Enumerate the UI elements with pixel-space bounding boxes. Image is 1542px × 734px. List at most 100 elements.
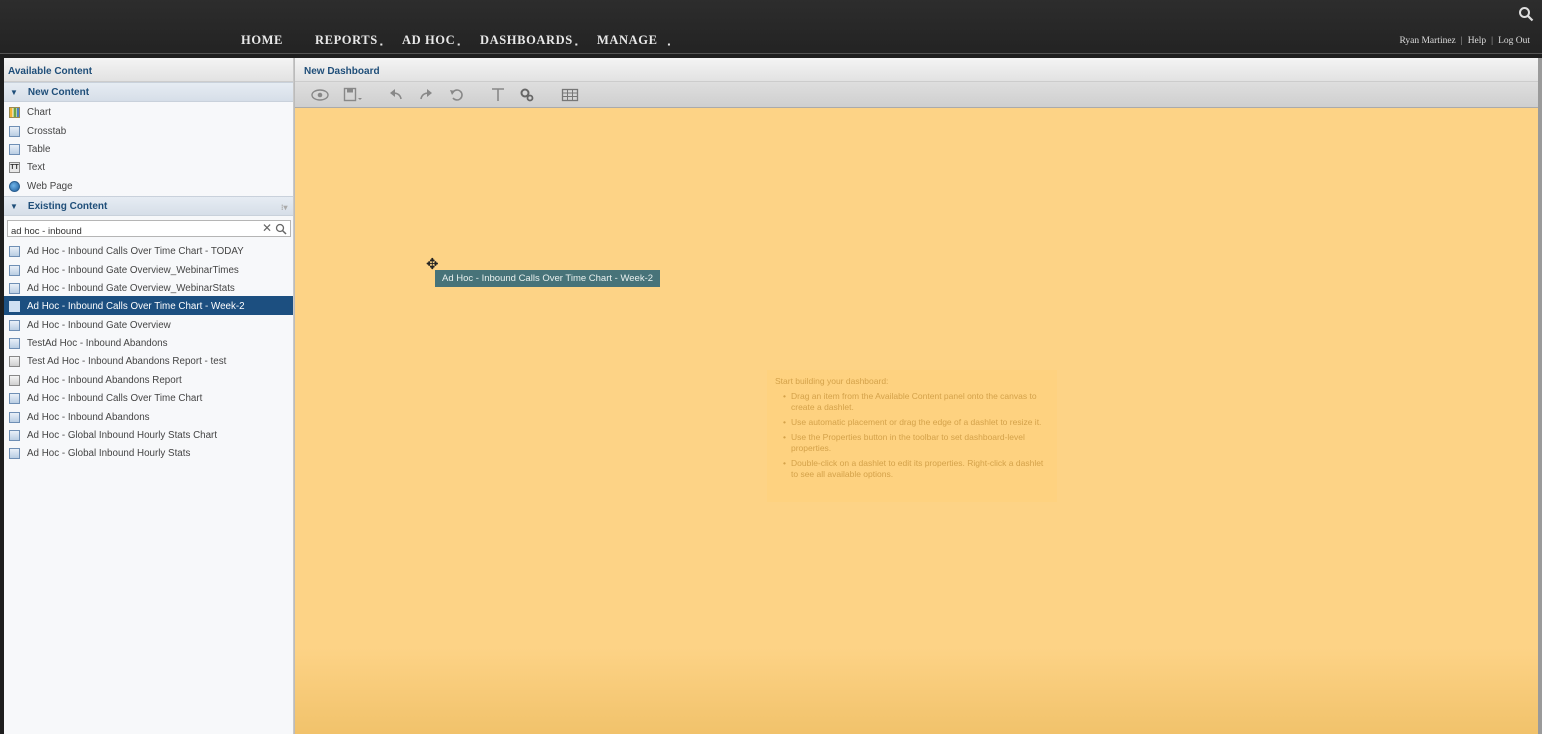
list-item-label: Test Ad Hoc - Inbound Abandons Report - … bbox=[27, 356, 227, 368]
hint-item: Drag an item from the Available Content … bbox=[775, 391, 1049, 413]
available-content-panel: Available Content ▼ New Content Chart Cro… bbox=[4, 58, 294, 734]
new-crosstab-item[interactable]: Crosstab bbox=[4, 120, 293, 138]
hint-item: Use the Properties button in the toolbar… bbox=[775, 432, 1049, 454]
nav-home-label: HOME bbox=[241, 33, 283, 47]
nav-reports-label: REPORTS bbox=[315, 33, 378, 47]
existing-content-item[interactable]: Ad Hoc - Inbound Gate Overview bbox=[4, 315, 293, 333]
clear-icon[interactable]: ✕ bbox=[262, 221, 272, 235]
list-item-label: Ad Hoc - Inbound Calls Over Time Chart -… bbox=[27, 246, 244, 258]
nav-dashboards-label: DASHBOARDS bbox=[480, 33, 573, 47]
existing-content-item[interactable]: TestAd Hoc - Inbound Abandons bbox=[4, 333, 293, 351]
top-navigation-bar: HOME REPORTS ▪ AD HOC ▪ DASHBOARDS ▪ MANAGE… bbox=[0, 0, 1542, 54]
user-links: Ryan Martinez | Help | Log Out bbox=[1399, 36, 1530, 46]
logout-link[interactable]: Log Out bbox=[1498, 36, 1530, 46]
text-icon: TT bbox=[9, 162, 20, 174]
search-box: ✕ bbox=[7, 219, 291, 239]
nav-home[interactable]: HOME bbox=[241, 33, 283, 48]
hint-item: Double-click on a dashlet to edit its pr… bbox=[775, 458, 1049, 480]
caret-down-icon: ▪ bbox=[667, 40, 671, 49]
new-content-list: Chart Crosstab Table TT Text Web Page bbox=[4, 102, 293, 194]
list-item-label: Table bbox=[27, 143, 51, 155]
new-content-header[interactable]: ▼ New Content bbox=[4, 82, 293, 102]
existing-content-header[interactable]: ▼ Existing Content ⁝▾ bbox=[4, 195, 293, 216]
collapse-triangle-icon: ▼ bbox=[10, 88, 18, 97]
list-item-label: Chart bbox=[27, 107, 51, 119]
existing-content-item[interactable]: Ad Hoc - Inbound Gate Overview_WebinarSt… bbox=[4, 278, 293, 296]
dashboard-toolbar bbox=[295, 82, 1538, 108]
available-content-title: Available Content bbox=[8, 66, 93, 77]
window-edge bbox=[1538, 58, 1542, 734]
list-item-label: Web Page bbox=[27, 180, 73, 192]
existing-content-item[interactable]: Ad Hoc - Inbound Calls Over Time Chart -… bbox=[4, 296, 293, 315]
existing-content-heading: Existing Content bbox=[27, 200, 108, 212]
list-item-label: TestAd Hoc - Inbound Abandons bbox=[27, 338, 168, 350]
search-icon[interactable] bbox=[1518, 6, 1534, 22]
existing-content-item[interactable]: Test Ad Hoc - Inbound Abandons Report - … bbox=[4, 351, 293, 369]
redo-icon[interactable] bbox=[418, 87, 434, 103]
adhoc-view-icon bbox=[9, 338, 20, 350]
dashboard-hint: Start building your dashboard: Drag an i… bbox=[767, 370, 1057, 502]
chart-icon bbox=[9, 107, 20, 119]
new-text-item[interactable]: TT Text bbox=[4, 157, 293, 175]
dashboard-title: New Dashboard bbox=[304, 66, 380, 77]
preview-icon[interactable] bbox=[311, 87, 329, 103]
undo-icon[interactable] bbox=[388, 87, 404, 103]
existing-content-item[interactable]: Ad Hoc - Global Inbound Hourly Stats Cha… bbox=[4, 425, 293, 443]
new-content-heading: New Content bbox=[27, 87, 90, 98]
report-icon bbox=[9, 374, 20, 386]
existing-content-item[interactable]: Ad Hoc - Inbound Gate Overview_WebinarTi… bbox=[4, 259, 293, 277]
new-table-item[interactable]: Table bbox=[4, 139, 293, 157]
new-web-page-item[interactable]: Web Page bbox=[4, 176, 293, 194]
table-icon bbox=[9, 143, 20, 155]
properties-icon[interactable] bbox=[519, 87, 535, 103]
existing-content-list: Ad Hoc - Inbound Calls Over Time Chart -… bbox=[4, 241, 293, 462]
adhoc-view-icon bbox=[9, 430, 20, 442]
web-page-icon bbox=[9, 180, 20, 192]
search-icon[interactable] bbox=[275, 223, 287, 235]
list-item-label: Crosstab bbox=[27, 125, 67, 137]
list-item-label: Ad Hoc - Inbound Gate Overview_WebinarTi… bbox=[27, 264, 239, 276]
adhoc-view-icon bbox=[9, 411, 20, 423]
existing-content-item[interactable]: Ad Hoc - Inbound Abandons Report bbox=[4, 370, 293, 388]
list-item-label: Ad Hoc - Inbound Gate Overview bbox=[27, 319, 171, 331]
undo-all-icon[interactable] bbox=[449, 87, 465, 103]
existing-content-item[interactable]: Ad Hoc - Inbound Calls Over Time Chart -… bbox=[4, 241, 293, 259]
adhoc-view-icon bbox=[9, 282, 20, 294]
search-input[interactable] bbox=[8, 223, 238, 239]
dashboard-canvas[interactable]: ✥ Ad Hoc - Inbound Calls Over Time Chart… bbox=[295, 108, 1538, 734]
filter-icon[interactable] bbox=[491, 87, 505, 103]
new-chart-item[interactable]: Chart bbox=[4, 102, 293, 120]
list-item-label: Ad Hoc - Global Inbound Hourly Stats bbox=[27, 448, 191, 460]
nav-ad-hoc[interactable]: AD HOC ▪ bbox=[402, 33, 461, 49]
existing-content-item[interactable]: Ad Hoc - Inbound Abandons bbox=[4, 406, 293, 424]
user-name[interactable]: Ryan Martinez bbox=[1399, 36, 1455, 46]
list-item-label: Ad Hoc - Inbound Abandons bbox=[27, 411, 150, 423]
report-icon bbox=[9, 356, 20, 368]
nav-manage[interactable]: MANAGE ▪ bbox=[597, 33, 671, 49]
list-item-label: Ad Hoc - Inbound Gate Overview_WebinarSt… bbox=[27, 282, 235, 294]
panel-title: Available Content bbox=[4, 58, 293, 82]
nav-ad-hoc-label: AD HOC bbox=[402, 33, 456, 47]
nav-reports[interactable]: REPORTS ▪ bbox=[315, 33, 383, 49]
caret-down-icon: ▪ bbox=[574, 40, 579, 49]
save-icon[interactable] bbox=[343, 87, 363, 103]
adhoc-view-icon bbox=[9, 393, 20, 405]
dragged-content-item[interactable]: Ad Hoc - Inbound Calls Over Time Chart -… bbox=[435, 270, 661, 287]
list-item-label: Text bbox=[27, 162, 45, 174]
help-link[interactable]: Help bbox=[1468, 36, 1486, 46]
grid-icon[interactable] bbox=[561, 87, 579, 103]
list-item-label: Ad Hoc - Inbound Abandons Report bbox=[27, 374, 182, 386]
existing-content-item[interactable]: Ad Hoc - Inbound Calls Over Time Chart bbox=[4, 388, 293, 406]
adhoc-view-icon bbox=[9, 319, 20, 331]
caret-down-icon: ▪ bbox=[457, 40, 461, 49]
adhoc-view-icon bbox=[9, 301, 20, 313]
crosstab-icon bbox=[9, 125, 20, 137]
dragged-item-label: Ad Hoc - Inbound Calls Over Time Chart -… bbox=[442, 273, 654, 284]
dashboard-designer: New Dashboard ✥ Ad Hoc - Inbound Calls O… bbox=[294, 58, 1538, 734]
nav-dashboards[interactable]: DASHBOARDS ▪ bbox=[480, 33, 578, 49]
list-item-label: Ad Hoc - Inbound Calls Over Time Chart -… bbox=[27, 301, 245, 313]
adhoc-view-icon bbox=[9, 448, 20, 460]
hint-list: Drag an item from the Available Content … bbox=[775, 391, 1049, 480]
options-menu-icon[interactable]: ⁝▾ bbox=[281, 203, 289, 212]
existing-content-item[interactable]: Ad Hoc - Global Inbound Hourly Stats bbox=[4, 443, 293, 461]
